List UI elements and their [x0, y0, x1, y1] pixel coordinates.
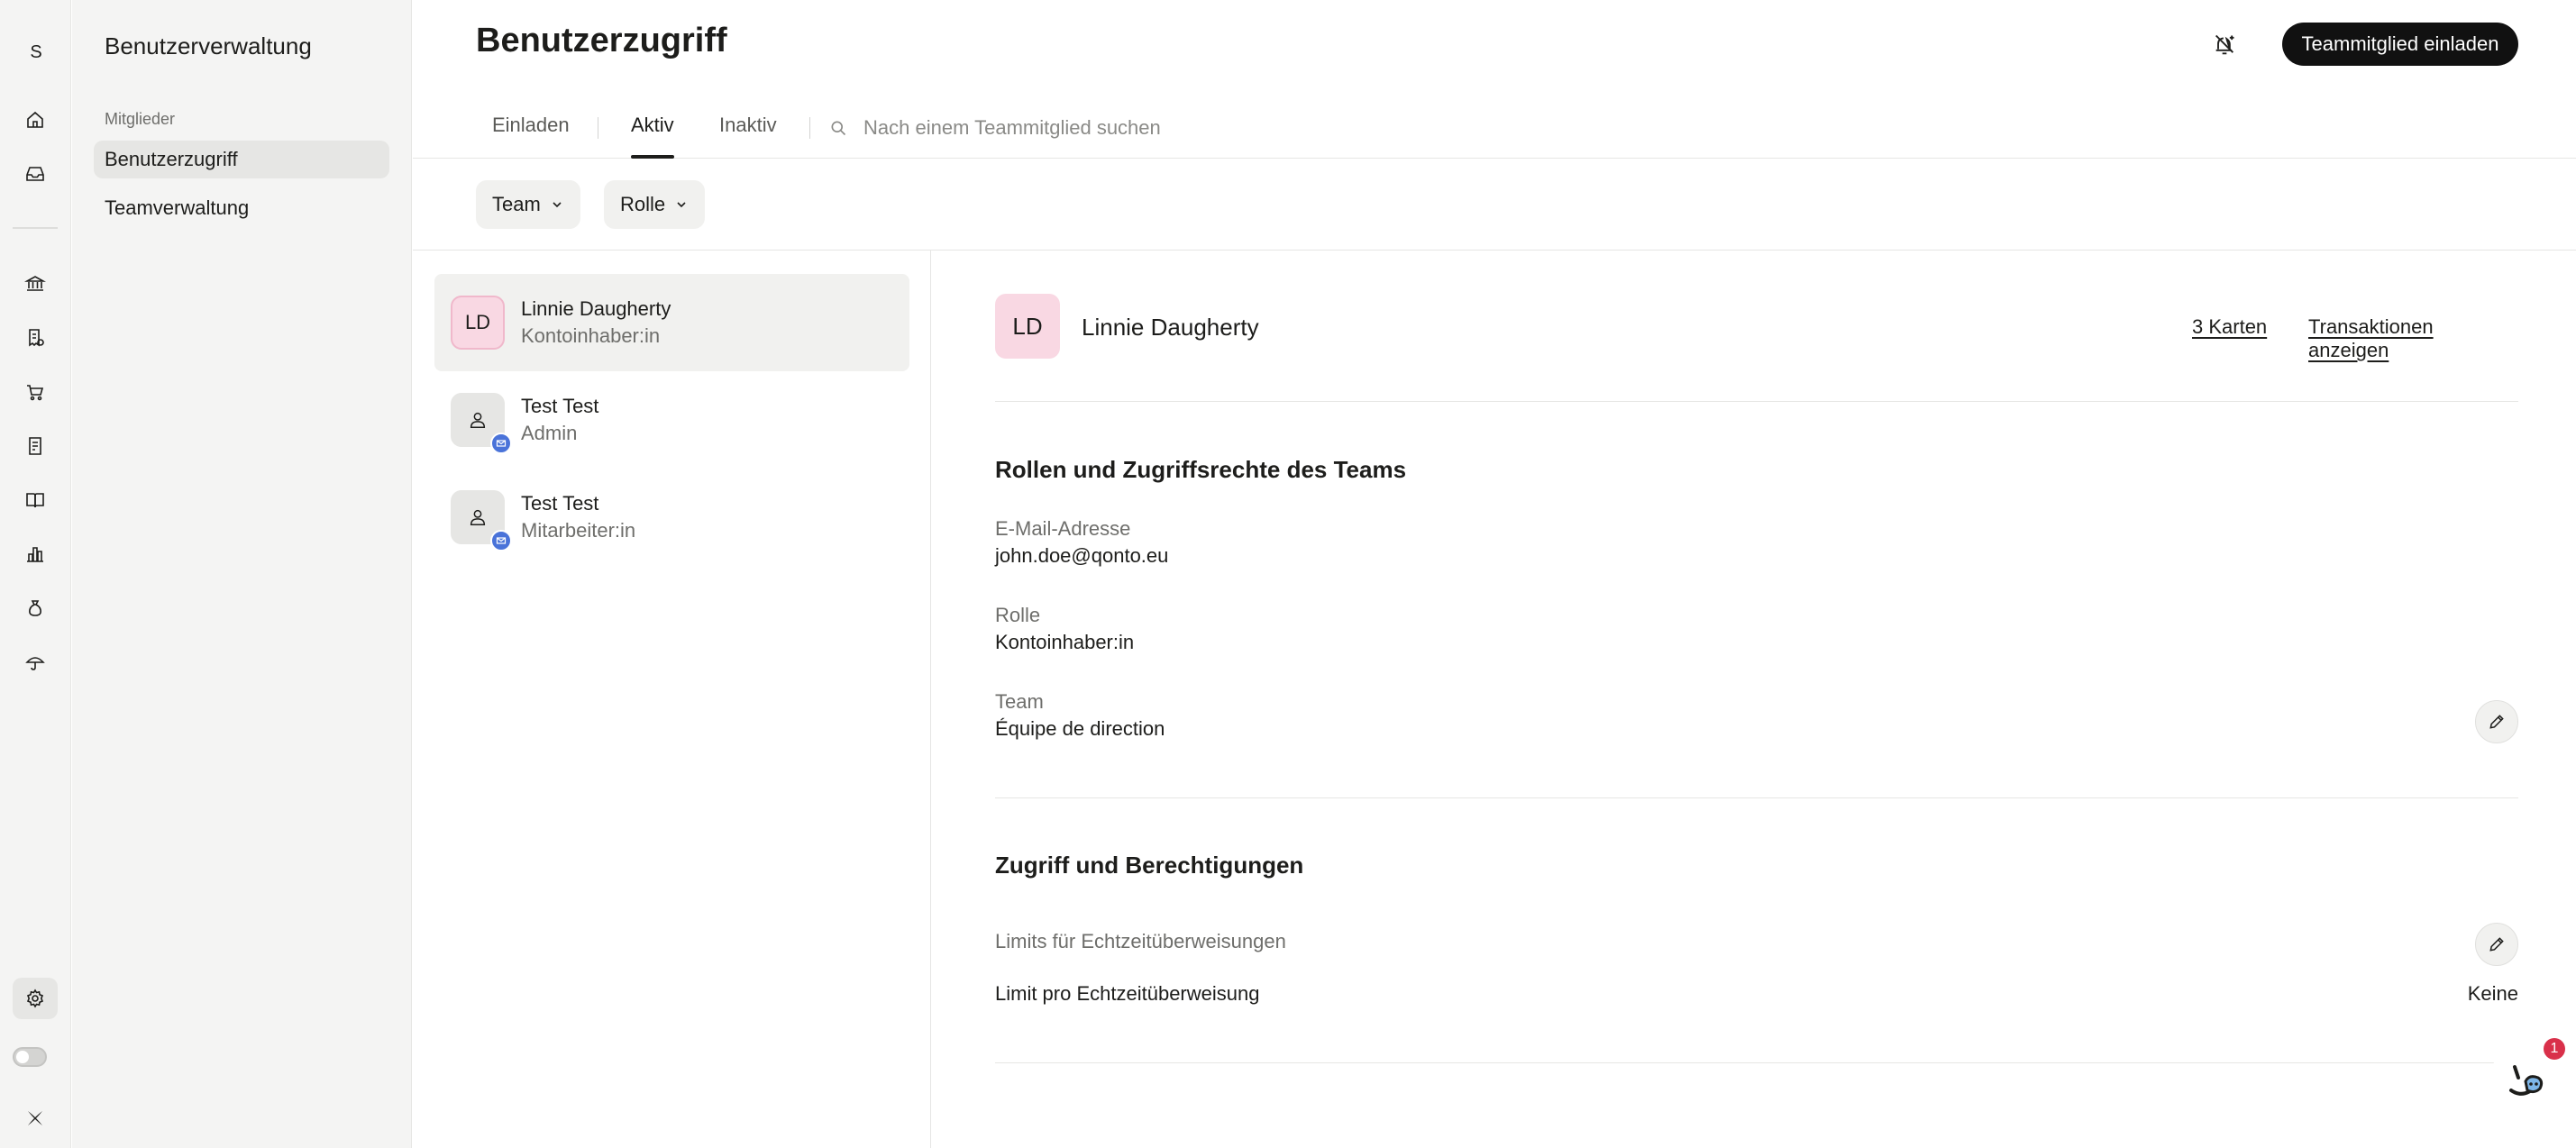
home-icon[interactable] [13, 99, 58, 141]
sidebar-item-team-management[interactable]: Teamverwaltung [94, 189, 389, 227]
tab-active[interactable]: Aktiv [631, 114, 674, 159]
edit-team-button[interactable] [2475, 700, 2518, 743]
team-filter-dropdown[interactable]: Team [476, 180, 580, 229]
invite-team-member-button[interactable]: Teammitglied einladen [2282, 23, 2518, 66]
team-label: Team [995, 690, 1044, 713]
view-transactions-link[interactable]: Transaktionen anzeigen [2308, 315, 2518, 362]
team-value: Équipe de direction [995, 717, 1165, 740]
member-role: Kontoinhaber:in [521, 324, 661, 347]
sidebar-title: Benutzerverwaltung [105, 32, 312, 59]
analytics-icon[interactable] [13, 533, 58, 575]
member-role: Mitarbeiter:in [521, 519, 636, 542]
member-role: Admin [521, 422, 578, 444]
chat-assistant-icon [2509, 1065, 2544, 1096]
pencil-icon [2489, 715, 2504, 729]
sidebar-item-user-access[interactable]: Benutzerzugriff [94, 141, 389, 178]
rail-divider [13, 227, 58, 229]
cards-link[interactable]: 3 Karten [2192, 315, 2267, 339]
member-detail-panel: LD Linnie Daugherty 3 Karten Transaktion… [995, 251, 2518, 1148]
role-filter-label: Rolle [620, 193, 666, 215]
invoice-icon[interactable] [13, 425, 58, 467]
cart-icon[interactable] [13, 371, 58, 413]
insurance-icon[interactable] [13, 642, 58, 683]
member-name: Test Test [521, 492, 599, 515]
roles-section-heading: Rollen und Zugriffsrechte des Teams [995, 456, 1407, 483]
member-list-item[interactable]: Test Test Admin [434, 371, 909, 469]
settings-icon[interactable] [13, 978, 58, 1019]
member-list-item[interactable]: Test Test Mitarbeiter:in [434, 469, 909, 566]
limit-per-transfer-label: Limit pro Echtzeitüberweisung [995, 982, 1260, 1005]
member-search-input[interactable] [863, 114, 1242, 142]
email-label: E-Mail-Adresse [995, 517, 1131, 540]
member-name: Linnie Daugherty [521, 297, 671, 320]
role-value: Kontoinhaber:in [995, 631, 1135, 653]
tab-invite[interactable]: Einladen [492, 114, 570, 159]
team-filter-label: Team [492, 193, 541, 215]
member-name: Test Test [521, 395, 599, 417]
avatar: LD [995, 294, 1060, 359]
savings-icon[interactable] [13, 588, 58, 629]
status-tabs: Einladen Aktiv Inaktiv [413, 94, 2576, 159]
member-list: LD Linnie Daugherty Kontoinhaber:in Test… [413, 251, 931, 1148]
settings-sidebar: Benutzerverwaltung Mitglieder Benutzerzu… [72, 0, 412, 1148]
avatar: LD [451, 296, 505, 350]
notification-settings-icon[interactable] [2205, 25, 2244, 65]
divider [995, 1062, 2518, 1063]
divider [995, 797, 2518, 798]
sidebar-section-label: Mitglieder [105, 110, 176, 128]
filter-bar: Team Rolle [413, 159, 2576, 251]
role-label: Rolle [995, 604, 1041, 626]
mail-pending-icon [490, 530, 512, 551]
main-content: Benutzerzugriff Teammitglied einladen Ei… [413, 0, 2576, 1148]
page-title: Benutzerzugriff [476, 22, 727, 59]
theme-toggle[interactable] [13, 1047, 47, 1067]
organization-avatar[interactable]: S [18, 34, 54, 70]
member-detail-name: Linnie Daugherty [1082, 314, 1259, 341]
bank-icon[interactable] [13, 263, 58, 305]
chat-notification-badge: 1 [2544, 1038, 2565, 1060]
chevron-down-icon [677, 202, 686, 208]
tab-inactive[interactable]: Inaktiv [719, 114, 777, 159]
limit-per-transfer-value: Keine [2467, 982, 2518, 1005]
pencil-icon [2489, 937, 2504, 952]
search-icon [831, 121, 846, 136]
mail-pending-icon [490, 433, 512, 454]
icon-rail: S [0, 0, 71, 1148]
tab-divider [809, 117, 810, 139]
divider [995, 401, 2518, 402]
access-section-heading: Zugriff und Berechtigungen [995, 852, 1304, 879]
email-value: john.doe@qonto.eu [995, 544, 1169, 567]
edit-limits-button[interactable] [2475, 923, 2518, 966]
inbox-icon[interactable] [13, 153, 58, 195]
role-filter-dropdown[interactable]: Rolle [604, 180, 706, 229]
receipt-icon[interactable] [13, 317, 58, 359]
brand-logo-icon[interactable] [13, 1098, 58, 1139]
instant-transfer-limits-label: Limits für Echtzeitüberweisungen [995, 930, 1286, 952]
chevron-down-icon [553, 202, 562, 208]
member-list-item[interactable]: LD Linnie Daugherty Kontoinhaber:in [434, 274, 909, 371]
book-icon[interactable] [13, 479, 58, 521]
